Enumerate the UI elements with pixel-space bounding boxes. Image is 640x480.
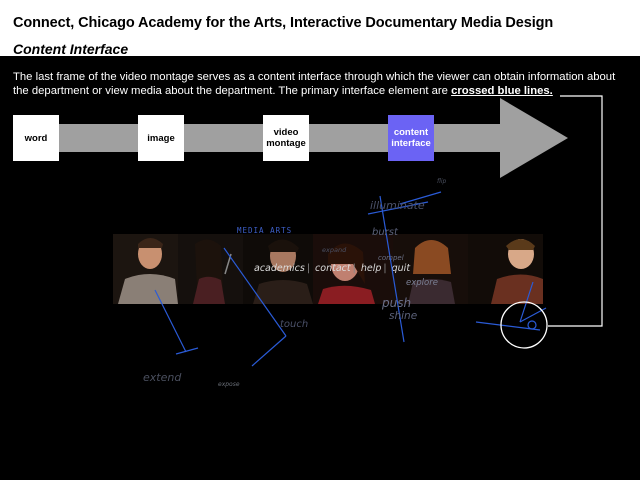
word-push[interactable]: push — [382, 296, 411, 310]
word-burst[interactable]: burst — [372, 227, 398, 238]
blue-line-1 — [154, 289, 187, 353]
word-expand[interactable]: expand — [322, 246, 346, 254]
word-expose[interactable]: expose — [218, 381, 240, 388]
word-illuminate[interactable]: illuminate — [370, 199, 425, 212]
word-explore[interactable]: explore — [406, 278, 438, 288]
word-flip[interactable]: flip — [437, 178, 446, 185]
word-extend[interactable]: extend — [143, 371, 181, 384]
selection-dot — [527, 320, 537, 330]
word-touch[interactable]: touch — [280, 319, 308, 330]
word-compel[interactable]: compel — [378, 254, 404, 262]
crossed-blue-lines — [154, 191, 548, 367]
blue-line-3 — [223, 247, 287, 337]
word-shine[interactable]: shine — [389, 310, 417, 322]
blue-line-2 — [175, 347, 199, 355]
blue-line-4 — [251, 335, 287, 367]
